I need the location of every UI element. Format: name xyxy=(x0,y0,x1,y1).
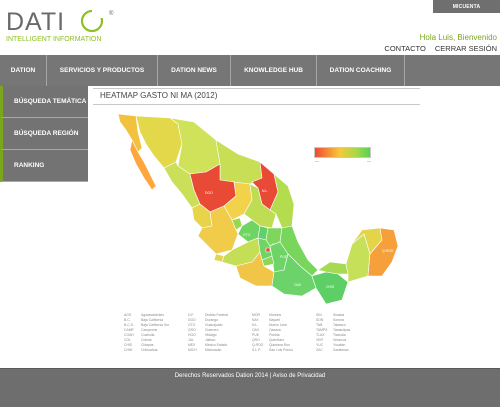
state-name: Yucatán xyxy=(333,343,346,347)
nav-item-knowledge-hub[interactable]: KNOWLEDGE HUB xyxy=(231,55,317,86)
state-name: Querétaro xyxy=(269,338,285,342)
state-name: Quintana Roo xyxy=(269,343,290,347)
dation-logo[interactable]: DATI INTELLIGENT INFORMATION ® xyxy=(6,6,118,46)
sidebar: BÚSQUEDA TEMÁTICA BÚSQUEDA REGIÓN RANKIN… xyxy=(0,86,88,182)
state-name: Colima xyxy=(141,338,152,342)
sidebar-item-thematic-search[interactable]: BÚSQUEDA TEMÁTICA xyxy=(0,86,88,118)
code-row: ZAC Zacatecas xyxy=(316,348,376,353)
code-row: S.L.P. San Luis Potosí xyxy=(252,348,312,353)
my-account-button[interactable]: MICUENTA xyxy=(433,0,500,13)
contact-link[interactable]: CONTACTO xyxy=(384,44,425,53)
state-codes-table: AGS Aguascalientes B.C. Baja California B.C.… xyxy=(124,313,394,355)
state-name: Nayarit xyxy=(269,318,280,322)
svg-text:DATI: DATI xyxy=(6,8,65,36)
map-label-dur: DGO xyxy=(205,191,213,195)
codes-column: D.F. Distrito Federal DGO Durango GTO Guanaju… xyxy=(188,313,248,353)
state-name: Jalisco xyxy=(205,338,216,342)
state-coah[interactable] xyxy=(215,139,263,185)
title-divider-top xyxy=(93,88,420,89)
state-name: Distrito Federal xyxy=(205,313,228,317)
map-label-gto: GTO xyxy=(243,233,251,237)
map-label-chis: CHIS xyxy=(326,285,335,289)
map-label-nl: N.L. xyxy=(262,189,268,193)
state-code: CHIH xyxy=(124,348,133,352)
state-name: Sonora xyxy=(333,318,344,322)
code-row: MICH Michoacán xyxy=(188,348,248,353)
state-name: Tabasco xyxy=(333,323,346,327)
state-name: Tlaxcala xyxy=(333,333,346,337)
state-code: MICH xyxy=(188,348,197,352)
state-name: Chihuahua xyxy=(141,348,158,352)
state-name: Guanajuato xyxy=(205,323,223,327)
welcome-greeting: Hola Luis, Bienvenido xyxy=(419,33,497,42)
state-name: San Luis Potosí xyxy=(269,348,293,352)
codes-column: AGS Aguascalientes B.C. Baja California B.C.… xyxy=(124,313,184,353)
state-name: Veracruz xyxy=(333,338,347,342)
mexico-heatmap: DGO N.L. GTO PUE OAX CHIS Q.ROO xyxy=(117,113,399,305)
codes-column: SIN Sinaloa SON Sonora TAB Tabasco TAMPS Tamaul… xyxy=(316,313,376,353)
logo-tagline: INTELLIGENT INFORMATION xyxy=(6,36,101,43)
state-name: Morelos xyxy=(269,313,282,317)
state-name: Hidalgo xyxy=(205,333,217,337)
state-code: S.L.P. xyxy=(252,348,261,352)
main-nav: DATION SERVICIOS Y PRODUCTOS DATION NEWS… xyxy=(0,55,500,86)
sidebar-item-ranking[interactable]: RANKING xyxy=(0,150,88,182)
state-name: Sinaloa xyxy=(333,313,345,317)
code-row: CHIH Chihuahua xyxy=(124,348,184,353)
map-label-qroo: Q.ROO xyxy=(382,249,394,253)
state-name: Puebla xyxy=(269,333,280,337)
title-divider-bottom xyxy=(93,104,420,105)
state-name: Zacatecas xyxy=(333,348,349,352)
top-links: CONTACTO CERRAR SESIÓN xyxy=(377,44,497,53)
logout-link[interactable]: CERRAR SESIÓN xyxy=(435,44,497,53)
state-name: Baja California xyxy=(141,318,164,322)
nav-item-dation-coaching[interactable]: DATION COACHING xyxy=(317,55,405,86)
nav-item-dation[interactable]: DATION xyxy=(0,55,47,86)
nav-item-dation-news[interactable]: DATION NEWS xyxy=(158,55,231,86)
state-tab[interactable] xyxy=(317,261,349,275)
codes-column: MOR Morelos NAY Nayarit N.L. Nuevo León OAX Oax… xyxy=(252,313,312,353)
footer-text: Derechos Reservados Dation 2014 | Aviso … xyxy=(174,373,326,379)
state-name: Michoacán xyxy=(205,348,222,352)
state-name: Chiapas xyxy=(141,343,154,347)
nav-item-services-products[interactable]: SERVICIOS Y PRODUCTOS xyxy=(47,55,158,86)
state-name: Nuevo León xyxy=(269,323,288,327)
state-name: Durango xyxy=(205,318,219,322)
state-df[interactable] xyxy=(265,247,271,253)
state-name: Baja California Sur xyxy=(141,323,170,327)
state-name: Campeche xyxy=(141,328,158,332)
map-label-pue: PUE xyxy=(280,255,288,259)
state-name: Tamaulipas xyxy=(333,328,351,332)
state-name: Guerrero xyxy=(205,328,219,332)
state-name: Oaxaca xyxy=(269,328,281,332)
map-label-oax: OAX xyxy=(294,283,302,287)
sidebar-item-region-search[interactable]: BÚSQUEDA REGIÓN xyxy=(0,118,88,150)
page-title: HEATMAP GASTO NI MA (2012) xyxy=(100,91,218,100)
state-name: Coahuila xyxy=(141,333,155,337)
footer: Derechos Reservados Dation 2014 | Aviso … xyxy=(0,368,500,407)
state-name: México Estado xyxy=(205,343,228,347)
state-code: ZAC xyxy=(316,348,323,352)
state-name: Aguascalientes xyxy=(141,313,164,317)
svg-text:®: ® xyxy=(109,10,114,17)
logo-graphic: DATI INTELLIGENT INFORMATION ® xyxy=(6,8,114,43)
